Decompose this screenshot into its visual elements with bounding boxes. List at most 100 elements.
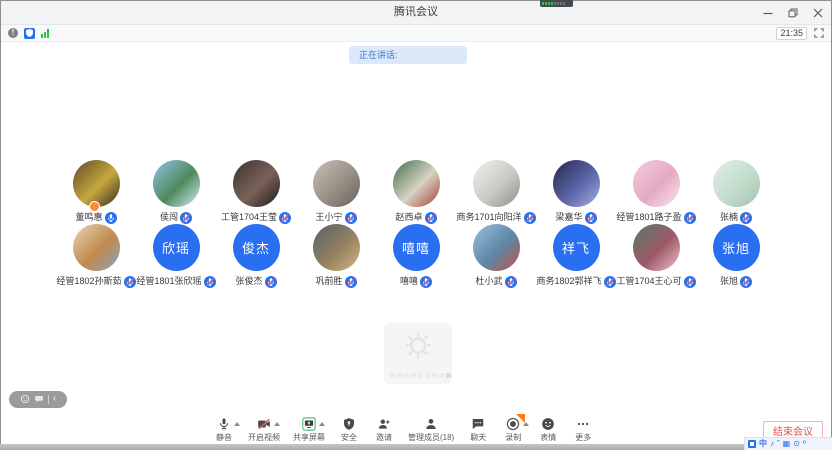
tray-quote-icon[interactable]: ” <box>777 440 780 448</box>
mic-muted-icon <box>524 211 536 223</box>
toolbar-item-chat[interactable]: 聊天 <box>467 417 489 443</box>
tray-grid-icon[interactable]: ▦ <box>783 440 791 448</box>
avatar-wrap <box>313 224 360 271</box>
participant-tile[interactable]: 经管1802孙斯茹 <box>56 224 136 287</box>
toolbar-item-label: 录制 <box>505 432 521 443</box>
toolbar-item-label: 共享屏幕 <box>293 432 325 443</box>
participant-name-row: 梁嘉华 <box>555 210 596 223</box>
toolbar-item-members[interactable]: 管理成员(18) <box>408 417 454 443</box>
pill-divider <box>48 395 49 404</box>
mic-muted-icon <box>180 211 192 223</box>
mic-muted-icon <box>684 275 696 287</box>
fullscreen-icon[interactable] <box>813 28 824 39</box>
participant-tile[interactable]: 董鸣惠 <box>56 160 136 223</box>
avatar-wrap <box>553 160 600 207</box>
participant-tile[interactable]: 侯闯 <box>136 160 216 223</box>
avatar-wrap <box>473 160 520 207</box>
loading-placeholder <box>384 323 452 384</box>
participant-tile[interactable]: 王小宁 <box>296 160 376 223</box>
toolbar-item-more[interactable]: 更多 <box>572 417 594 443</box>
participant-tile[interactable]: 祥飞 商务1802郭祥飞 <box>536 224 616 287</box>
participant-avatar: 嘻嘻 <box>393 224 440 271</box>
participant-name: 梁嘉华 <box>555 210 582 223</box>
collapse-chevron-icon[interactable]: ‹ <box>53 394 56 404</box>
participant-avatar <box>473 224 520 271</box>
mic-muted-icon <box>505 275 517 287</box>
participant-name: 张俊杰 <box>235 274 262 287</box>
participant-name-row: 经管1801路子盈 <box>616 210 695 223</box>
caret-up-icon[interactable] <box>523 422 529 426</box>
participant-tile[interactable]: 赵西卓 <box>376 160 456 223</box>
chat-quick-icon[interactable] <box>34 391 44 409</box>
caret-up-icon[interactable] <box>319 422 325 426</box>
toolbar-item-security-shield[interactable]: 安全 <box>338 417 360 443</box>
participant-name-row: 经管1801张欣瑶 <box>136 274 215 287</box>
participant-tile[interactable]: 工管1704王莹 <box>216 160 296 223</box>
avatar-wrap: 俊杰 <box>233 224 280 271</box>
participant-avatar: 俊杰 <box>233 224 280 271</box>
participant-avatar <box>313 224 360 271</box>
participant-tile[interactable]: 巩前胜 <box>296 224 376 287</box>
members-icon <box>424 417 438 431</box>
toolbar-item-record[interactable]: 录制 <box>502 417 524 443</box>
participant-tile[interactable]: 嘻嘻 嘻嘻 <box>376 224 456 287</box>
tray-volume-icon[interactable]: ♪ <box>770 440 774 448</box>
mic-muted-icon <box>124 275 136 287</box>
participant-tile[interactable]: 张楠 <box>696 160 776 223</box>
toolbar-item-label: 邀请 <box>376 432 392 443</box>
toolbar-item-camera-off[interactable]: 开启视频 <box>248 417 280 443</box>
mic-muted-icon <box>604 275 616 287</box>
avatar-wrap: 欣瑶 <box>153 224 200 271</box>
mic-muted-icon <box>425 211 437 223</box>
toolbar-item-share-screen[interactable]: 共享屏幕 <box>293 417 325 443</box>
participant-name-row: 张旭 <box>720 274 752 287</box>
participant-avatar <box>553 160 600 207</box>
toolbar-item-mic[interactable]: 静音 <box>213 417 235 443</box>
participant-tile[interactable]: 商务1701向阳洋 <box>456 160 536 223</box>
meeting-protect-shield-icon[interactable] <box>24 28 35 39</box>
close-icon[interactable] <box>812 7 823 18</box>
mic-muted-icon <box>204 275 216 287</box>
system-tray[interactable]: 中 ♪ ” ▦ ⊙ º <box>744 437 832 450</box>
avatar-wrap <box>713 160 760 207</box>
meeting-statusbar: ! 21:35 <box>1 25 831 42</box>
participant-name: 商务1802郭祥飞 <box>536 274 601 287</box>
toolbar-item-emoji[interactable]: 表情 <box>537 417 559 443</box>
invite-icon <box>377 417 391 431</box>
participant-name: 侯闯 <box>160 210 178 223</box>
mic-muted-icon <box>420 275 432 287</box>
tray-clock-icon[interactable]: ⊙ <box>793 440 800 448</box>
emoji-quick-icon[interactable] <box>20 391 30 409</box>
tray-app-icon[interactable] <box>748 440 756 448</box>
toolbar-item-label: 安全 <box>341 432 357 443</box>
toolbar-item-invite[interactable]: 邀请 <box>373 417 395 443</box>
participant-avatar <box>633 160 680 207</box>
participant-name-row: 经管1802孙斯茹 <box>56 274 135 287</box>
participant-tile[interactable]: 梁嘉华 <box>536 160 616 223</box>
meeting-info-icon[interactable]: ! <box>8 28 18 38</box>
participant-name-row: 商务1802郭祥飞 <box>536 274 615 287</box>
participant-tile[interactable]: 工管1704王心可 <box>616 224 696 287</box>
participant-avatar <box>393 160 440 207</box>
restore-icon[interactable] <box>787 7 798 18</box>
participant-row-2: 经管1802孙斯茹 欣瑶 经管1801张欣瑶 俊杰 张俊杰 巩前胜 嘻嘻 嘻嘻 … <box>1 224 831 287</box>
participant-tile[interactable]: 杜小武 <box>456 224 536 287</box>
mic-muted-icon <box>740 211 752 223</box>
participant-tile[interactable]: 张旭 张旭 <box>696 224 776 287</box>
participant-name-row: 王小宁 <box>315 210 356 223</box>
participant-name-row: 工管1704王心可 <box>616 274 695 287</box>
network-signal-icon[interactable] <box>41 29 49 38</box>
security-shield-icon <box>342 417 356 431</box>
meeting-toolbar: 静音 开启视频 共享屏幕 安全 邀请 管理成员(18) 聊天 录制 表情 更多 … <box>1 415 831 444</box>
minimize-icon[interactable] <box>762 7 773 18</box>
quick-reaction-pill[interactable]: ‹ <box>9 391 67 408</box>
participant-name: 张楠 <box>720 210 738 223</box>
participant-tile[interactable]: 欣瑶 经管1801张欣瑶 <box>136 224 216 287</box>
participant-tile[interactable]: 经管1801路子盈 <box>616 160 696 223</box>
caret-up-icon[interactable] <box>234 422 240 426</box>
tray-search-icon[interactable]: º <box>803 440 806 448</box>
participant-tile[interactable]: 俊杰 张俊杰 <box>216 224 296 287</box>
caret-up-icon[interactable] <box>274 422 280 426</box>
mic-muted-icon <box>265 275 277 287</box>
ime-indicator[interactable]: 中 <box>759 440 767 448</box>
